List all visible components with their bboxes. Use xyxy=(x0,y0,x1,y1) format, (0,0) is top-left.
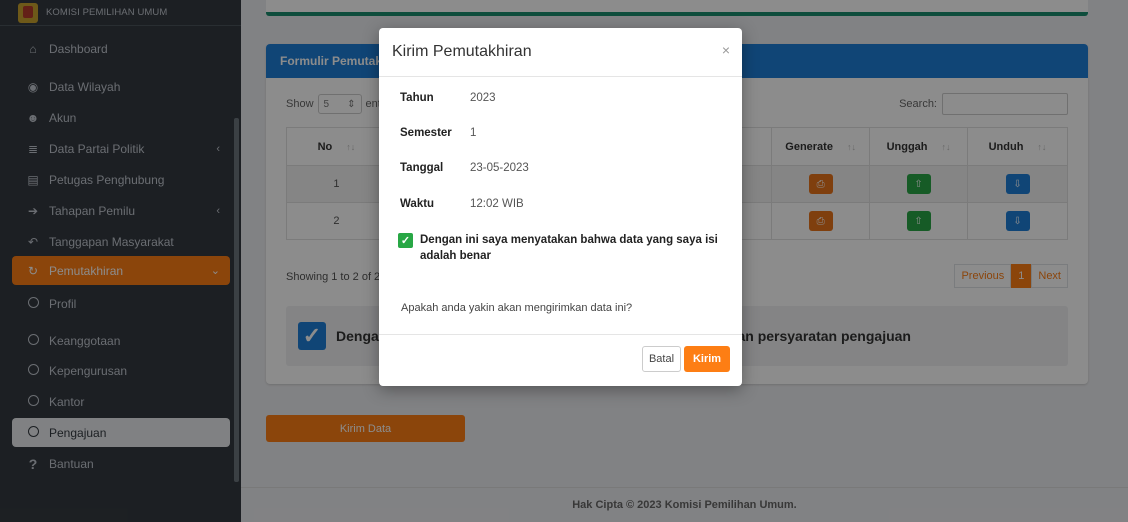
field-value: 2023 xyxy=(470,92,496,104)
modal-header: Kirim Pemutakhiran xyxy=(379,28,742,77)
field-waktu: Waktu 12:02 WIB xyxy=(400,198,524,210)
modal-footer: Batal Kirim xyxy=(379,334,742,386)
field-label: Semester xyxy=(400,127,452,139)
cancel-button[interactable]: Batal xyxy=(642,346,681,372)
field-tanggal: Tanggal 23-05-2023 xyxy=(400,162,529,174)
agreement-checkbox[interactable]: ✓ xyxy=(398,233,413,248)
close-icon[interactable]: × xyxy=(722,42,730,58)
field-label: Waktu xyxy=(400,198,435,210)
kirim-pemutakhiran-modal: Kirim Pemutakhiran × Tahun 2023 Semester… xyxy=(379,28,742,386)
agreement-checkbox-row: ✓ Dengan ini saya menyatakan bahwa data … xyxy=(398,232,718,264)
field-value: 1 xyxy=(470,127,477,139)
field-value: 23-05-2023 xyxy=(470,162,529,174)
field-semester: Semester 1 xyxy=(400,127,476,139)
confirm-question: Apakah anda yakin akan mengirimkan data … xyxy=(401,302,633,314)
field-tahun: Tahun 2023 xyxy=(400,92,496,104)
submit-button[interactable]: Kirim xyxy=(684,346,730,372)
field-label: Tanggal xyxy=(400,162,444,174)
field-label: Tahun xyxy=(400,92,434,104)
modal-title: Kirim Pemutakhiran xyxy=(392,43,532,60)
field-value: 12:02 WIB xyxy=(470,198,524,210)
agreement-label: Dengan ini saya menyatakan bahwa data ya… xyxy=(420,234,718,262)
